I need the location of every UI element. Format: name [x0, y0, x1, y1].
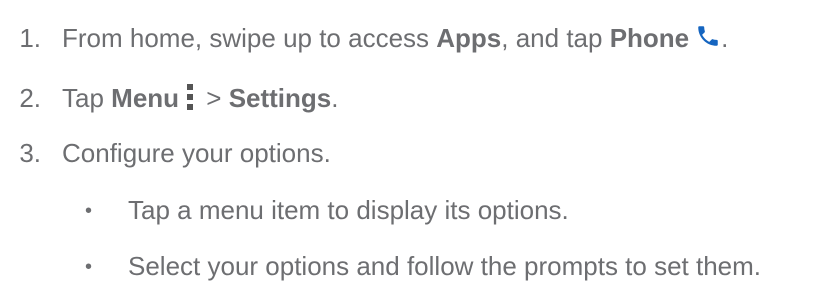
menu-label: Menu [111, 83, 180, 113]
settings-label: Settings [228, 83, 332, 113]
bullet-icon: • [84, 200, 92, 222]
phone-label: Phone [609, 23, 690, 53]
step-number: 1. [19, 23, 41, 53]
step-text: From home, swipe up to access [62, 23, 437, 53]
bullet-item-1: • Tap a menu item to display its options. [0, 194, 569, 227]
bullet-item-2: • Select your options and follow the prom… [0, 250, 761, 283]
step-2: 2. Tap Menu > Settings. [0, 81, 339, 114]
step-text: , and tap [501, 23, 610, 53]
step-number: 3. [19, 138, 41, 168]
step-text: Tap [62, 83, 112, 113]
step-text: . [721, 23, 729, 53]
bullet-text: Tap a menu item to display its options. [128, 195, 569, 225]
bullet-icon: • [84, 256, 92, 278]
menu-icon [185, 81, 195, 113]
step-text: > [199, 83, 229, 113]
step-1: 1. From home, swipe up to access Apps, an… [0, 22, 728, 54]
apps-label: Apps [436, 23, 502, 53]
bullet-text: Select your options and follow the promp… [128, 251, 762, 281]
step-number: 2. [19, 83, 41, 113]
step-3: 3. Configure your options. [0, 137, 331, 169]
step-text: Configure your options. [62, 138, 331, 168]
phone-icon [695, 23, 721, 49]
step-text: . [331, 83, 339, 113]
